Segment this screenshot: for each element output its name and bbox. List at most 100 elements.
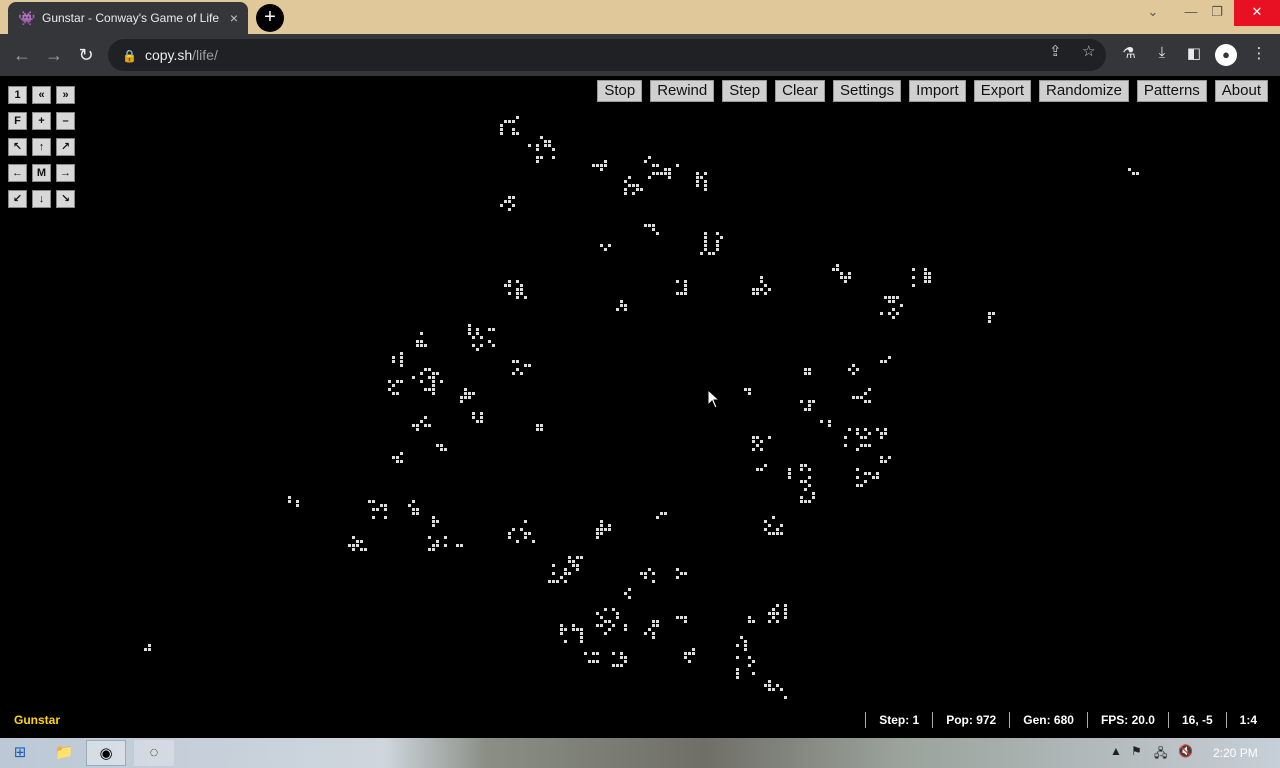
address-bar[interactable]: 🔒 copy.sh/life/ — [108, 39, 1106, 71]
live-cell — [780, 524, 783, 527]
pan-right-button[interactable]: → — [56, 164, 75, 182]
import-button[interactable]: Import — [909, 80, 966, 102]
live-cell — [412, 424, 415, 427]
labs-flask-icon[interactable]: ⚗ — [1118, 44, 1140, 62]
live-cell — [380, 504, 383, 507]
live-cell — [608, 528, 611, 531]
live-cell — [764, 520, 767, 523]
live-cell — [800, 480, 803, 483]
live-cell — [572, 560, 575, 563]
live-cell — [628, 184, 631, 187]
live-cell — [416, 344, 419, 347]
live-cell — [384, 508, 387, 511]
live-cell — [396, 456, 399, 459]
stop-button[interactable]: Stop — [597, 80, 643, 102]
file-explorer-icon[interactable]: 📁 — [44, 740, 84, 766]
live-cell — [772, 608, 775, 611]
live-cell — [400, 460, 403, 463]
live-cell — [416, 508, 419, 511]
fit-button[interactable]: F — [8, 112, 27, 130]
live-cell — [420, 344, 423, 347]
profile-avatar-icon[interactable]: ● — [1215, 44, 1237, 66]
zoom-out-button[interactable]: – — [56, 112, 75, 130]
live-cell — [476, 348, 479, 351]
live-cell — [808, 408, 811, 411]
center-middle-button[interactable]: M — [32, 164, 51, 182]
pan-down-button[interactable]: ↓ — [32, 190, 51, 208]
download-icon[interactable]: ⤓ — [1151, 44, 1173, 61]
live-cell — [752, 620, 755, 623]
slower-button[interactable]: « — [32, 86, 51, 104]
clear-button[interactable]: Clear — [775, 80, 825, 102]
pan-left-button[interactable]: ← — [8, 164, 27, 182]
live-cell — [772, 688, 775, 691]
tray-expand-icon[interactable]: ▲ — [1110, 744, 1122, 758]
faster-button[interactable]: » — [56, 86, 75, 104]
about-button[interactable]: About — [1214, 80, 1268, 102]
live-cell — [884, 432, 887, 435]
live-cell — [524, 296, 527, 299]
settings-button[interactable]: Settings — [832, 80, 902, 102]
live-cell — [692, 648, 695, 651]
side-panel-icon[interactable]: ◧ — [1183, 44, 1205, 62]
app-taskbar-icon[interactable]: ◌ — [134, 740, 174, 766]
pan-down-right-button[interactable]: ↘ — [56, 190, 75, 208]
live-cell — [776, 684, 779, 687]
live-cell — [700, 176, 703, 179]
live-cell — [864, 444, 867, 447]
live-cell — [420, 332, 423, 335]
live-cell — [656, 232, 659, 235]
browser-tab[interactable]: 👾 Gunstar - Conway's Game of Life × — [8, 2, 248, 34]
life-canvas[interactable]: 1 « » F + – ↖ ↑ ↗ ← M → ↙ ↓ ↘ Stop Rewin… — [0, 76, 1280, 738]
restore-button[interactable]: ❐ — [1198, 0, 1236, 26]
close-window-button[interactable]: ✕ — [1234, 0, 1280, 26]
live-cell — [436, 540, 439, 543]
live-cell — [432, 376, 435, 379]
live-cell — [352, 536, 355, 539]
live-cell — [856, 448, 859, 451]
live-cell — [656, 164, 659, 167]
live-cell — [588, 660, 591, 663]
start-menu-icon[interactable]: ⊞ — [0, 740, 40, 766]
reload-icon[interactable]: ↻ — [74, 43, 98, 67]
volume-muted-icon[interactable]: 🔇 — [1178, 744, 1193, 758]
address-host: copy.sh — [144, 47, 193, 63]
forward-arrow-icon[interactable]: → — [42, 43, 66, 67]
live-cell — [748, 656, 751, 659]
more-menu-icon[interactable]: ⋮ — [1248, 44, 1270, 62]
new-tab-button[interactable]: + — [256, 4, 284, 32]
control-1-button[interactable]: 1 — [8, 86, 27, 104]
tab-search-chevron-icon[interactable]: ⌄ — [1134, 0, 1172, 26]
live-cell — [928, 276, 931, 279]
action-center-flag-icon[interactable]: ⚑ — [1131, 744, 1142, 758]
live-cell — [416, 340, 419, 343]
live-cell — [604, 632, 607, 635]
pan-down-left-button[interactable]: ↙ — [8, 190, 27, 208]
randomize-button[interactable]: Randomize — [1039, 80, 1129, 102]
live-cell — [468, 324, 471, 327]
live-cell — [860, 436, 863, 439]
back-arrow-icon[interactable]: ← — [10, 43, 34, 67]
export-button[interactable]: Export — [973, 80, 1032, 102]
live-cell — [928, 280, 931, 283]
live-cell — [576, 628, 579, 631]
share-icon[interactable]: ⇪ — [1049, 42, 1062, 60]
pan-up-right-button[interactable]: ↗ — [56, 138, 75, 156]
rewind-button[interactable]: Rewind — [650, 80, 715, 102]
bookmark-star-icon[interactable]: ☆ — [1082, 42, 1095, 60]
chrome-taskbar-icon[interactable]: ◉ — [86, 740, 126, 766]
live-cell — [768, 436, 771, 439]
zoom-in-button[interactable]: + — [32, 112, 51, 130]
live-cell — [696, 172, 699, 175]
step-button[interactable]: Step — [722, 80, 768, 102]
patterns-button[interactable]: Patterns — [1136, 80, 1207, 102]
live-cell — [748, 392, 751, 395]
network-icon[interactable]: 🖧 — [1154, 744, 1167, 765]
pan-up-left-button[interactable]: ↖ — [8, 138, 27, 156]
pan-up-button[interactable]: ↑ — [32, 138, 51, 156]
live-cell — [664, 172, 667, 175]
live-cell — [504, 200, 507, 203]
live-cell — [652, 620, 655, 623]
live-cell — [512, 132, 515, 135]
tab-close-icon[interactable]: × — [230, 10, 238, 26]
